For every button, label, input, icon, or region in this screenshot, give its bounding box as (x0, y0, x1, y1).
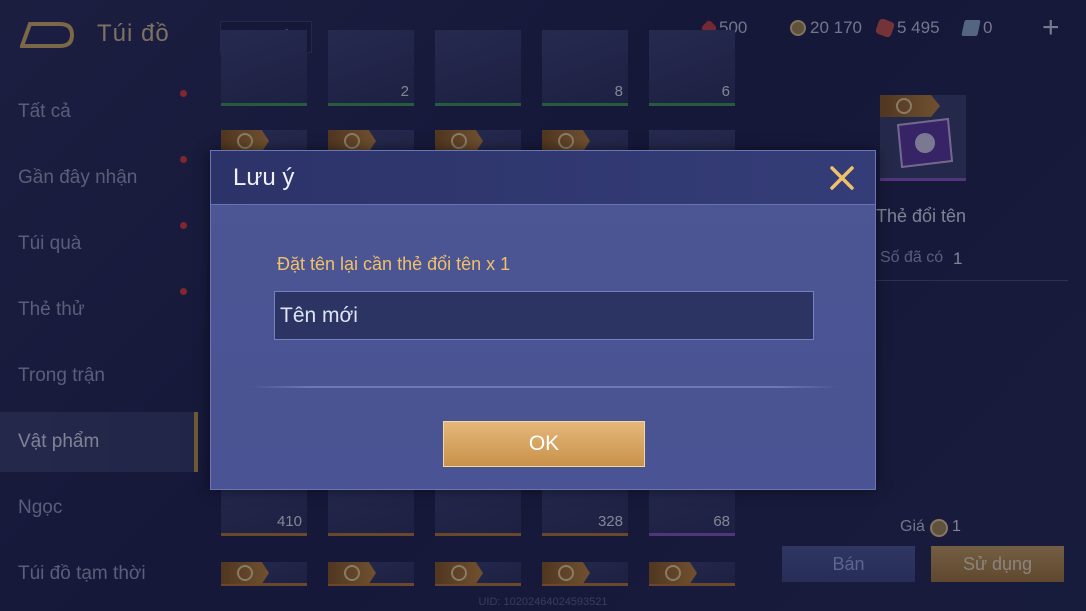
ok-button[interactable]: OK (443, 421, 645, 467)
dialog-title: Lưu ý (233, 164, 295, 191)
dialog-message: Đặt tên lại cần thẻ đổi tên x 1 (277, 254, 511, 274)
rename-dialog: Lưu ý Đặt tên lại cần thẻ đổi tên x 1 OK (210, 150, 876, 490)
dialog-header: Lưu ý (211, 151, 875, 205)
close-icon[interactable] (825, 161, 859, 195)
new-name-input[interactable] (274, 291, 814, 340)
divider (251, 386, 837, 388)
